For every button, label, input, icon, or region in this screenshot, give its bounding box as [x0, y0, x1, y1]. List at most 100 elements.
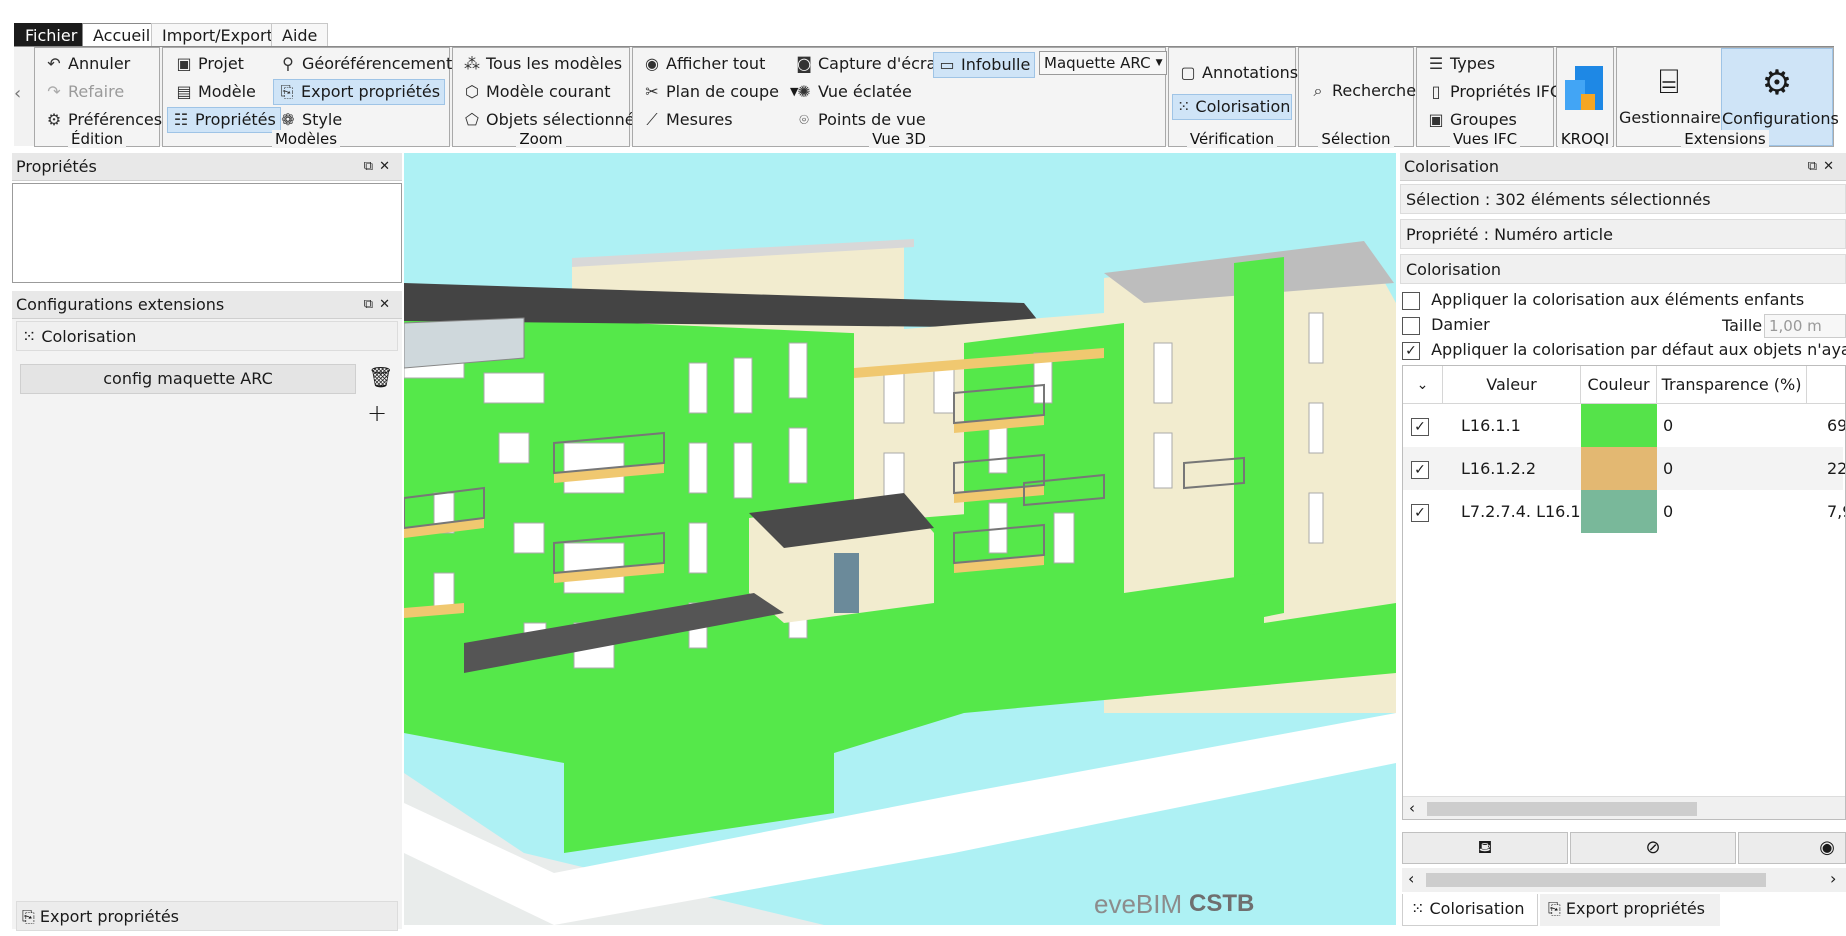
search-label: Recherche: [1332, 81, 1417, 100]
model-select[interactable]: Maquette ARC ▼: [1039, 51, 1168, 75]
search-button[interactable]: ⌕ Recherche: [1305, 78, 1420, 104]
props-ifc-button[interactable]: ▯ Propriétés IFC: [1423, 79, 1565, 105]
row-color-swatch[interactable]: [1581, 490, 1657, 533]
export-proprietes-button[interactable]: ⎘ Export propriétés: [273, 79, 446, 105]
group-label: Édition: [35, 130, 159, 148]
float-icon[interactable]: ⧉: [1808, 159, 1823, 174]
settings-document-icon: ⚙: [1761, 63, 1793, 103]
redo-label: Refaire: [68, 82, 125, 101]
3d-viewport[interactable]: eveBIM CSTB: [404, 153, 1396, 925]
measures-button[interactable]: ⟋ Mesures: [639, 107, 737, 133]
colorisation-extension-item[interactable]: ⁙ Colorisation: [16, 321, 398, 351]
checkbox[interactable]: [1402, 316, 1420, 335]
option-children-row[interactable]: Appliquer la colorisation aux éléments e…: [1402, 290, 1846, 315]
zoom-all-models-button[interactable]: ⁂ Tous les modèles: [459, 51, 626, 77]
checkbox-checked[interactable]: ✓: [1402, 341, 1420, 360]
colorisation-ribbon-label: Colorisation: [1195, 97, 1291, 116]
object-icon: ⬠: [465, 110, 479, 129]
ribbon-scroll-left-icon[interactable]: ‹: [14, 83, 21, 104]
scroll-left-icon[interactable]: ‹: [1409, 799, 1415, 817]
export-proprietes-tab-label: Export propriétés: [39, 907, 180, 926]
tooltip-toggle[interactable]: ▭ Infobulle: [933, 52, 1036, 78]
clear-color-button[interactable]: ⊘: [1570, 832, 1736, 864]
annotations-button[interactable]: ▢ Annotations: [1175, 60, 1302, 86]
group-verification: ▢ Annotations ⁙ Colorisation Vérification: [1168, 47, 1298, 148]
search-icon: ⌕: [1313, 81, 1323, 100]
types-button[interactable]: ☰ Types: [1423, 51, 1499, 77]
undo-button[interactable]: ↶ Annuler: [41, 51, 134, 77]
section-plane-button[interactable]: ✂ Plan de coupe ▼: [639, 79, 802, 105]
group-zoom: ⁂ Tous les modèles ⬡ Modèle courant ⬠ Objet…: [452, 47, 643, 148]
show-all-button[interactable]: ◉ Afficher tout: [639, 51, 769, 77]
option-damier-row[interactable]: Damier: [1402, 315, 1662, 340]
scrollbar-thumb[interactable]: [1426, 873, 1766, 887]
no-paint-icon: ⊘: [1645, 837, 1661, 858]
row-transparency[interactable]: 0: [1663, 490, 1673, 533]
georef-button[interactable]: ⚲ Géoréférencement: [275, 51, 456, 77]
view-toggle-button[interactable]: ◉: [1738, 832, 1846, 864]
exploded-view-button[interactable]: ✺ Vue éclatée: [791, 79, 916, 105]
table-header: ⌄ Valeur Couleur Transparence (%): [1403, 366, 1845, 404]
kroqi-logo[interactable]: [1565, 66, 1605, 118]
row-color-swatch[interactable]: [1581, 447, 1657, 490]
config-maquette-button[interactable]: config maquette ARC: [20, 364, 356, 394]
close-icon[interactable]: ✕: [379, 297, 396, 312]
export-proprietes-tab[interactable]: ⎘ Export propriétés: [16, 901, 398, 931]
trash-icon[interactable]: 🗑: [368, 365, 393, 389]
modele-button[interactable]: ▤ Modèle: [171, 79, 260, 105]
export-icon: ⎘: [1548, 899, 1561, 918]
capture-label: Capture d'écran: [818, 54, 947, 73]
taille-input[interactable]: 1,00 m: [1764, 314, 1846, 338]
close-icon[interactable]: ✕: [379, 159, 396, 174]
redo-button[interactable]: ↷ Refaire: [41, 79, 128, 105]
kroqi-logo-block: [1581, 94, 1595, 110]
table-row[interactable]: ✓ L16.1.2.2 0 22: [1403, 447, 1845, 490]
menu-home[interactable]: Accueil: [82, 23, 162, 47]
evebim-logo: eveBIM: [1094, 889, 1182, 919]
undo-icon: ↶: [47, 54, 61, 73]
building-model[interactable]: eveBIM CSTB: [404, 153, 1396, 925]
float-icon[interactable]: ⧉: [364, 159, 379, 174]
tab-colorisation[interactable]: ⁙ Colorisation: [1402, 894, 1538, 926]
column-color[interactable]: Couleur: [1581, 366, 1657, 404]
column-transparency[interactable]: Transparence (%): [1657, 366, 1807, 404]
float-icon[interactable]: ⧉: [364, 297, 379, 312]
row-checkbox[interactable]: ✓: [1411, 404, 1429, 447]
scroll-right-icon[interactable]: ›: [1830, 869, 1836, 888]
config-panel-title: Configurations extensions: [16, 295, 225, 314]
table-row[interactable]: ✓ L7.2.7.4. L16.1.2.1 0 7,9: [1403, 490, 1845, 533]
option-default-row[interactable]: ✓ Appliquer la colorisation par défaut a…: [1402, 340, 1846, 365]
select-all-icon[interactable]: ⌄: [1403, 366, 1443, 404]
table-scrollbar[interactable]: ‹: [1403, 796, 1845, 819]
colorisation-extension-label: Colorisation: [41, 327, 137, 346]
group-extensions: ⌸ Gestionnaire ⚙ Configurations Extensio…: [1616, 47, 1839, 148]
option-children-label: Appliquer la colorisation aux éléments e…: [1431, 290, 1805, 309]
menu-help[interactable]: Aide: [271, 23, 329, 47]
add-icon[interactable]: +: [367, 399, 387, 427]
colorisation-ribbon-button[interactable]: ⁙ Colorisation: [1172, 94, 1292, 120]
scrollbar-thumb[interactable]: [1427, 802, 1697, 816]
checkbox[interactable]: [1402, 291, 1420, 310]
row-color-swatch[interactable]: [1581, 404, 1657, 447]
gear-icon: ⚙: [46, 110, 62, 129]
column-value[interactable]: Valeur: [1443, 366, 1581, 404]
zoom-current-model-button[interactable]: ⬡ Modèle courant: [459, 79, 615, 105]
table-row[interactable]: ✓ L16.1.1 0 69: [1403, 404, 1845, 447]
capture-button[interactable]: ◙ Capture d'écran: [791, 51, 950, 77]
menu-import-export[interactable]: Import/Export: [151, 23, 284, 47]
panel-controls: ⧉✕: [364, 291, 396, 319]
paint-bucket-button[interactable]: ⛾: [1402, 832, 1568, 864]
row-transparency[interactable]: 0: [1663, 404, 1673, 447]
scroll-left-icon[interactable]: ‹: [1408, 869, 1414, 888]
row-checkbox[interactable]: ✓: [1411, 490, 1429, 533]
close-icon[interactable]: ✕: [1823, 159, 1840, 174]
projet-button[interactable]: ▣ Projet: [171, 51, 248, 77]
eye-icon: ◉: [645, 54, 659, 73]
panel-scrollbar[interactable]: ‹ ›: [1402, 868, 1846, 892]
tab-export-proprietes[interactable]: ⎘ Export propriétés: [1540, 894, 1720, 926]
row-transparency[interactable]: 0: [1663, 447, 1673, 490]
proprietes-button[interactable]: ☷ Propriétés: [167, 107, 281, 133]
explode-icon: ✺: [797, 82, 811, 101]
row-checkbox[interactable]: ✓: [1411, 447, 1429, 490]
menu-file[interactable]: Fichier: [14, 23, 89, 47]
